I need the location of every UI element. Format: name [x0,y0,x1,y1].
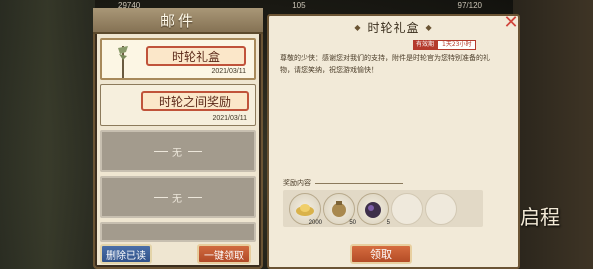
mail-date: 2021/03/11 [212,115,247,122]
close-icon[interactable]: ✕ [502,14,520,32]
diamond-ornament-icon: ◆ [354,22,362,32]
divider [315,182,403,184]
mail-date: 2021/03/11 [211,68,246,75]
claim-all-button[interactable]: 一键领取 [197,244,251,264]
spirit-pouch-icon[interactable]: 5 [357,192,390,226]
claim-button[interactable]: 领取 [350,244,412,264]
diamond-ornament-icon: ◆ [425,22,433,32]
letter-title: 时轮礼盒 [367,20,420,35]
empty-mail-slot: 无 [100,130,256,172]
mail-item[interactable]: 时轮礼盒 2021/03/11 [100,38,256,80]
empty-mail-label: 无 [172,193,184,205]
reward-header: 奖励内容 [283,178,403,188]
pouch-icon[interactable]: 50 [323,192,356,226]
mail-title: 时轮之间奖励 [141,91,249,111]
reward-count: 5 [386,219,390,226]
expiry-label: 有效期 [413,40,438,50]
bamboo-scroll-icon [118,46,128,78]
side-logo: 启程 [520,205,560,229]
empty-mail-label: 无 [172,147,184,159]
resource-stat-2: 105 [292,0,306,10]
resource-stat-3: 97/120 [457,0,482,10]
empty-reward-slot [391,192,423,225]
reward-list: 2000 50 5 [283,190,483,227]
expiry-value: 1天23小时 [437,40,477,50]
empty-mail-slot [100,222,256,242]
background-scenery-left [0,0,95,269]
expiry-badge: 有效期 1天23小时 [413,40,477,50]
letter-body: 尊敬的少侠：感谢您对我们的支持，附件是时轮官为您特别准备的礼物，请您笑纳，祝您游… [280,54,490,74]
reward-header-label: 奖励内容 [283,179,311,187]
gold-ingot-icon[interactable]: 2000 [289,192,322,226]
reward-count: 50 [349,219,356,226]
mail-item[interactable]: 时轮之间奖励 2021/03/11 [100,84,256,126]
reward-count: 2000 [308,219,322,226]
mailbox-title: 邮件 [159,11,196,30]
delete-read-button[interactable]: 删除已读 [100,244,152,264]
empty-mail-slot: 无 [100,176,256,218]
empty-reward-slot [425,192,457,225]
letter-title-row: ◆ 时轮礼盒 ◆ [267,18,520,36]
mailbox-title-bar: 邮件 [93,8,263,34]
mail-title: 时轮礼盒 [146,46,246,66]
